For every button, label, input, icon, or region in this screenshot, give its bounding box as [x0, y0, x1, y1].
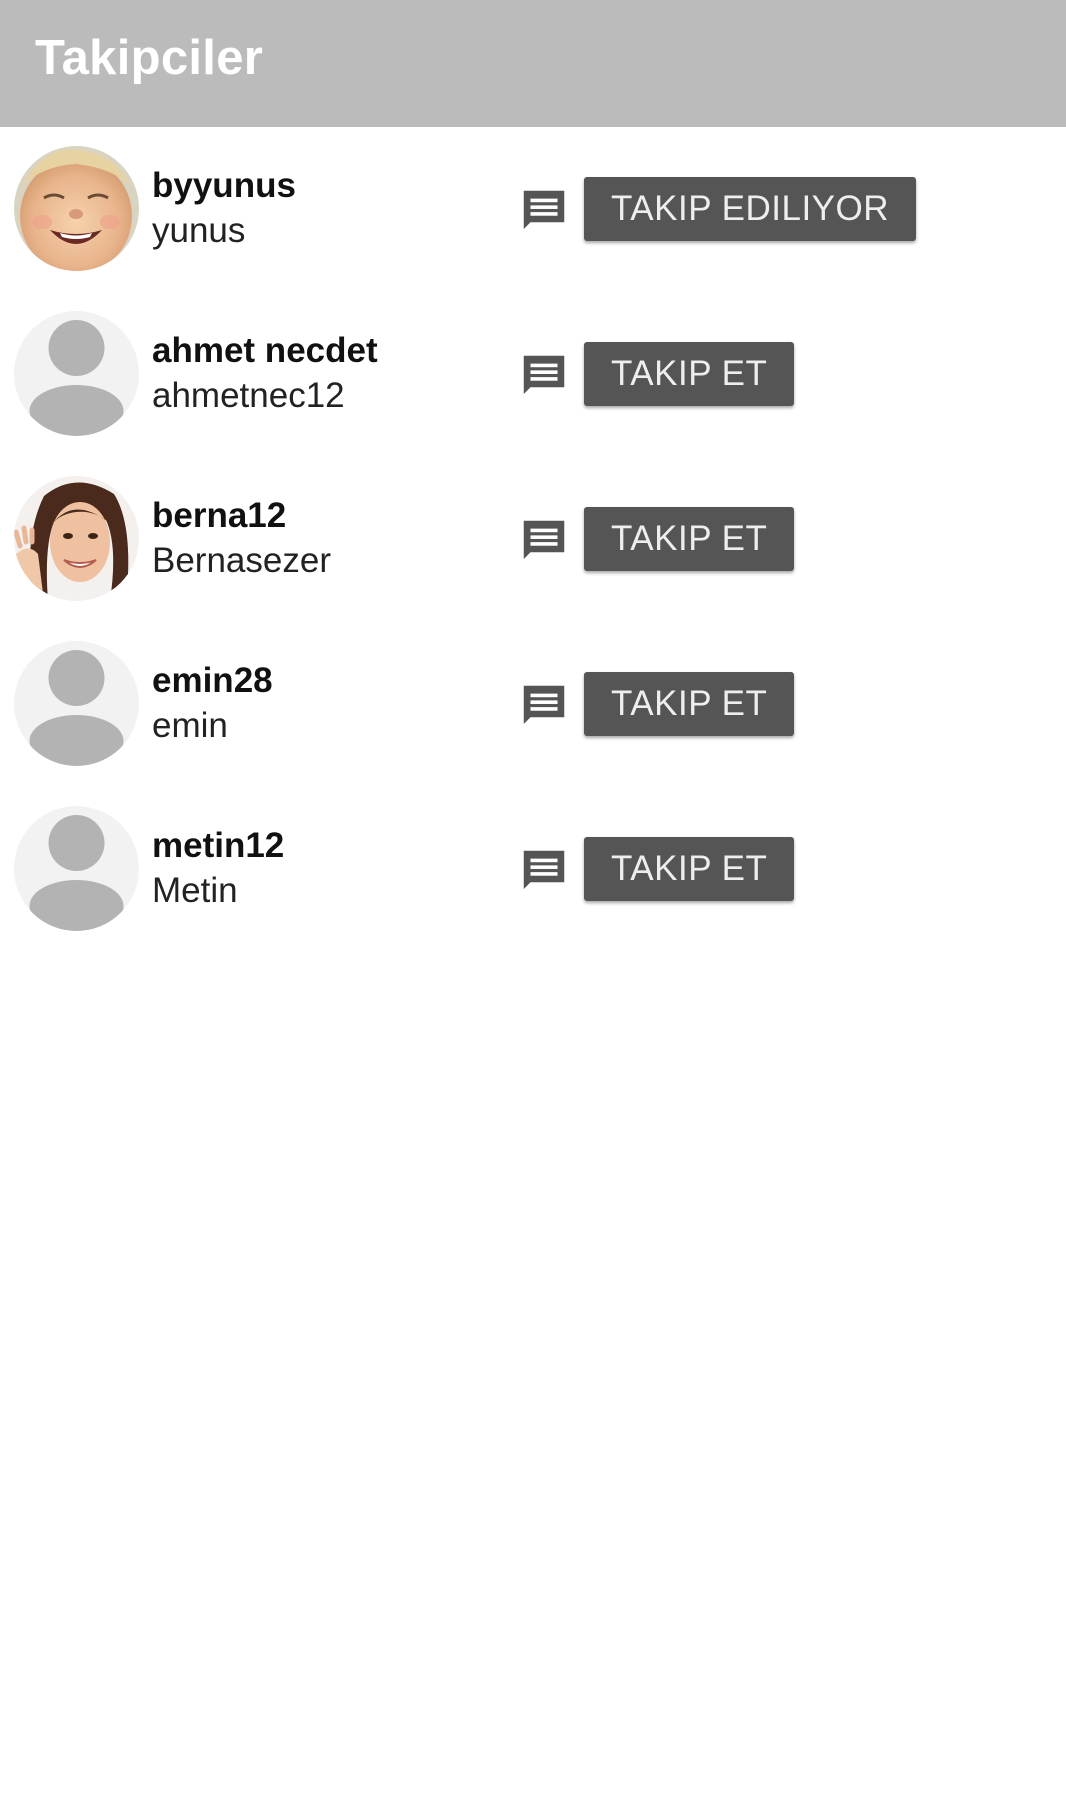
- follow-button[interactable]: TAKIP ET: [584, 672, 795, 736]
- follower-row[interactable]: metin12 Metin TAKIP ET: [0, 787, 1066, 952]
- page-title: Takipciler: [35, 31, 264, 85]
- photo-baby-icon: [14, 146, 139, 271]
- username[interactable]: ahmet necdet: [152, 330, 378, 372]
- user-names: byyunus yunus: [152, 165, 296, 255]
- message-icon[interactable]: [517, 844, 571, 898]
- fullname: ahmetnec12: [152, 376, 345, 415]
- avatar[interactable]: [14, 311, 139, 436]
- user-names: ahmet necdet ahmetnec12: [152, 330, 378, 420]
- following-button[interactable]: TAKIP EDILIYOR: [584, 177, 917, 241]
- avatar[interactable]: [14, 476, 139, 601]
- app-bar: Takipciler: [0, 0, 1066, 127]
- message-icon[interactable]: [517, 514, 571, 568]
- default-user-icon: [14, 641, 139, 766]
- fullname: Metin: [152, 871, 238, 910]
- avatar[interactable]: [14, 641, 139, 766]
- user-names: berna12 Bernasezer: [152, 495, 331, 585]
- follower-row[interactable]: berna12 Bernasezer TAKIP ET: [0, 457, 1066, 622]
- default-user-icon: [14, 806, 139, 931]
- username[interactable]: byyunus: [152, 165, 296, 207]
- avatar[interactable]: [14, 146, 139, 271]
- user-names: emin28 emin: [152, 660, 273, 750]
- username[interactable]: metin12: [152, 825, 284, 867]
- message-icon[interactable]: [517, 184, 571, 238]
- default-user-icon: [14, 311, 139, 436]
- message-icon[interactable]: [517, 679, 571, 733]
- follow-button[interactable]: TAKIP ET: [584, 507, 795, 571]
- fullname: Bernasezer: [152, 541, 331, 580]
- avatar[interactable]: [14, 806, 139, 931]
- photo-woman-icon: [14, 476, 139, 601]
- follower-row[interactable]: emin28 emin TAKIP ET: [0, 622, 1066, 787]
- follower-row[interactable]: byyunus yunus TAKIP EDILIYOR: [0, 127, 1066, 292]
- username[interactable]: emin28: [152, 660, 273, 702]
- follow-button[interactable]: TAKIP ET: [584, 342, 795, 406]
- follow-button[interactable]: TAKIP ET: [584, 837, 795, 901]
- username[interactable]: berna12: [152, 495, 331, 537]
- fullname: emin: [152, 706, 228, 745]
- message-icon[interactable]: [517, 349, 571, 403]
- follower-row[interactable]: ahmet necdet ahmetnec12 TAKIP ET: [0, 292, 1066, 457]
- user-names: metin12 Metin: [152, 825, 284, 915]
- fullname: yunus: [152, 211, 246, 250]
